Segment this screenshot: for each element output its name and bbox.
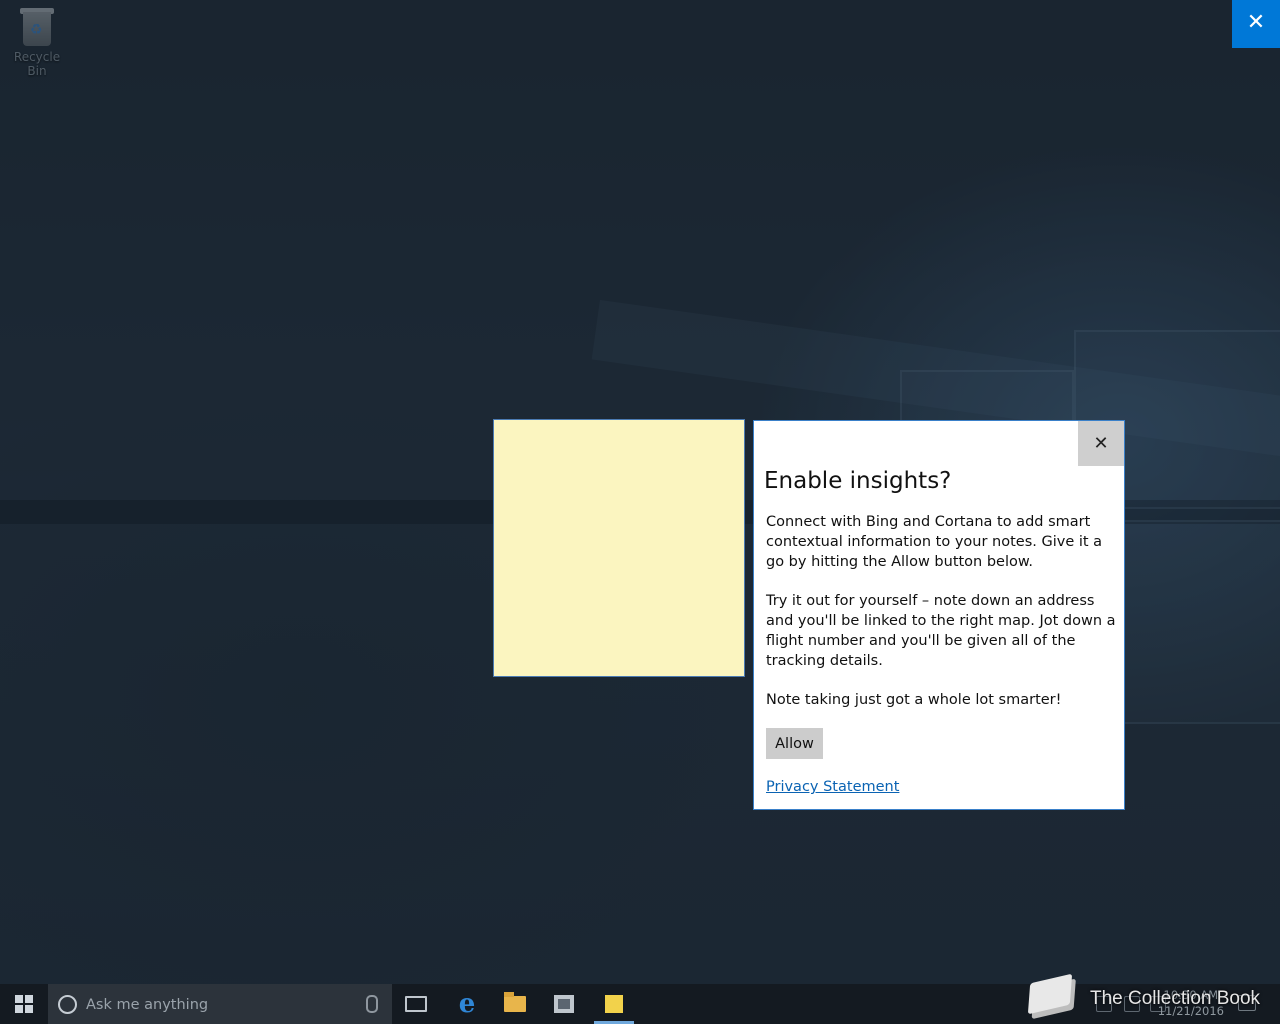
sticky-note[interactable] <box>494 420 744 676</box>
task-view-button[interactable] <box>392 984 440 1024</box>
network-icon[interactable] <box>1096 996 1112 1012</box>
file-explorer-icon <box>504 992 526 1012</box>
windows-start-icon <box>15 995 33 1013</box>
microphone-icon[interactable] <box>366 995 378 1013</box>
clock-time: 10:30 AM <box>1163 988 1219 1002</box>
cortana-search-box[interactable] <box>48 984 392 1024</box>
dialog-title: Enable insights? <box>764 468 952 494</box>
privacy-statement-link[interactable]: Privacy Statement <box>766 779 899 795</box>
edge-icon: e <box>458 989 476 1019</box>
sticky-notes-taskbar-button[interactable] <box>590 984 638 1024</box>
clock[interactable]: 10:30 AM 11/21/2016 <box>1158 987 1224 1019</box>
overlay-close-button[interactable]: ✕ <box>1232 0 1280 48</box>
volume-icon[interactable] <box>1124 996 1140 1012</box>
sticky-notes-icon <box>605 995 623 1013</box>
dialog-paragraph: Connect with Bing and Cortana to add sma… <box>766 514 1103 570</box>
dialog-body: Connect with Bing and Cortana to add sma… <box>766 512 1116 729</box>
close-icon: ✕ <box>1093 433 1109 454</box>
clock-date: 11/21/2016 <box>1157 1004 1224 1018</box>
dialog-paragraph: Try it out for yourself – note down an a… <box>766 593 1116 669</box>
close-icon: ✕ <box>1246 10 1266 35</box>
taskbar: e 10:30 AM 11/21/2016 <box>0 984 1280 1024</box>
store-taskbar-button[interactable] <box>540 984 588 1024</box>
system-tray: 10:30 AM 11/21/2016 <box>1040 984 1280 1024</box>
store-icon <box>554 995 574 1013</box>
task-view-icon <box>405 996 427 1012</box>
action-center-icon[interactable] <box>1238 995 1256 1011</box>
cortana-circle-icon <box>58 995 77 1014</box>
search-input[interactable] <box>84 992 358 1018</box>
dialog-close-button[interactable]: ✕ <box>1078 421 1124 466</box>
enable-insights-dialog: ✕ Enable insights? Connect with Bing and… <box>753 420 1125 810</box>
file-explorer-taskbar-button[interactable] <box>491 984 539 1024</box>
allow-button[interactable]: Allow <box>766 728 823 759</box>
start-button[interactable] <box>0 984 48 1024</box>
dialog-paragraph: Note taking just got a whole lot smarter… <box>766 692 1062 708</box>
edge-taskbar-button[interactable]: e <box>443 984 491 1024</box>
